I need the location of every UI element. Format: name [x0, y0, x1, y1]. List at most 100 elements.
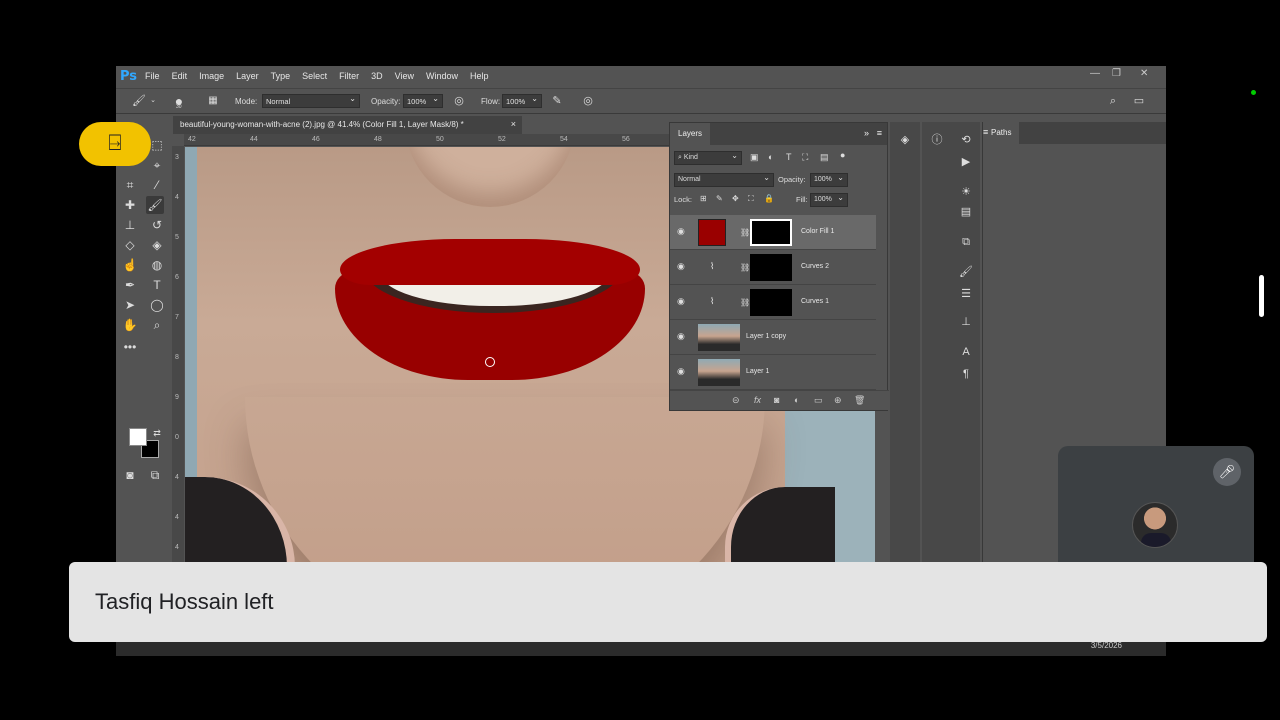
photo-thumbnail[interactable] — [698, 359, 740, 386]
link-layers-icon[interactable]: ⊝ — [732, 395, 740, 406]
clone-stamp-tool-icon[interactable]: ⊥ — [121, 216, 139, 234]
history-brush-tool-icon[interactable]: ↺ — [148, 216, 166, 234]
character-icon[interactable]: A — [958, 344, 974, 360]
lock-transparent-icon[interactable]: ⊞ — [700, 194, 707, 208]
layer-row[interactable]: ◉ Layer 1 copy — [670, 320, 876, 355]
tab-layers[interactable]: Layers — [670, 123, 711, 145]
actions-play-icon[interactable]: ▶ — [958, 154, 974, 170]
panel-menu-icon[interactable]: ≡ — [877, 128, 882, 138]
panel-menu-icon[interactable]: ≡ — [983, 127, 1160, 149]
filter-type-icon[interactable]: T — [786, 152, 792, 166]
filter-kind-dropdown[interactable]: ⌕ Kind — [674, 151, 742, 165]
adjustments-icon[interactable]: ☀ — [958, 184, 974, 200]
lock-all-icon[interactable]: 🔒 — [764, 194, 774, 208]
blend-mode-dropdown[interactable]: Normal — [674, 173, 774, 187]
close-icon[interactable]: × — [511, 119, 516, 129]
brush-panel-icon[interactable]: ▦ — [206, 94, 220, 108]
menu-layer[interactable]: Layer — [236, 71, 259, 81]
layer-mask-thumbnail[interactable] — [750, 289, 792, 316]
opacity-field[interactable]: 100% — [403, 94, 443, 108]
layer-opacity-field[interactable]: 100% — [810, 173, 848, 187]
visibility-eye-icon[interactable]: ◉ — [677, 331, 685, 342]
flow-field[interactable]: 100% — [502, 94, 542, 108]
restore-icon[interactable]: ❐ — [1112, 68, 1121, 79]
menu-view[interactable]: View — [395, 71, 414, 81]
close-window-icon[interactable]: ✕ — [1140, 68, 1148, 79]
add-mask-icon[interactable]: ◙ — [774, 395, 779, 405]
collapse-icon[interactable]: » — [864, 128, 869, 138]
new-layer-icon[interactable]: ⊕ — [834, 395, 842, 406]
new-group-icon[interactable]: ▭ — [814, 395, 823, 406]
filter-pixel-icon[interactable]: ▣ — [750, 152, 759, 166]
lock-position-icon[interactable]: ✥ — [732, 194, 739, 208]
chevron-down-icon[interactable]: ⌄ — [146, 94, 160, 108]
brushes-icon[interactable]: 🖌 — [958, 264, 974, 280]
document-tab[interactable]: beautiful-young-woman-with-acne (2).jpg … — [173, 116, 522, 134]
pressure-size-icon[interactable]: ◎ — [581, 94, 595, 108]
hand-tool-icon[interactable]: ✋ — [121, 316, 139, 334]
menu-window[interactable]: Window — [426, 71, 458, 81]
delete-layer-icon[interactable]: 🗑 — [854, 395, 865, 406]
menu-edit[interactable]: Edit — [172, 71, 188, 81]
filter-shape-icon[interactable]: ⛶ — [802, 152, 808, 166]
fill-color-thumbnail[interactable] — [698, 219, 726, 246]
layer-row[interactable]: ◉ ⛓ Color Fill 1 — [670, 215, 876, 250]
filter-adjustment-icon[interactable]: ◐ — [768, 152, 773, 166]
info-icon[interactable]: ⓘ — [929, 132, 945, 148]
more-tools-icon[interactable]: ••• — [121, 338, 139, 356]
layer-mask-thumbnail[interactable] — [750, 219, 792, 246]
mode-dropdown[interactable]: Normal — [262, 94, 360, 108]
type-tool-icon[interactable]: T — [148, 276, 166, 294]
crop-tool-icon[interactable]: ⌗ — [121, 176, 139, 194]
eyedropper-tool-icon[interactable]: ⁄ — [148, 176, 166, 194]
visibility-eye-icon[interactable]: ◉ — [677, 296, 685, 307]
lock-pixels-icon[interactable]: ✎ — [716, 194, 723, 208]
layer-row[interactable]: ◉ Layer 1 — [670, 355, 876, 390]
brush-tool-icon[interactable]: 🖌 — [146, 196, 164, 214]
swap-colors-icon[interactable]: ⇄ — [148, 424, 166, 442]
menu-help[interactable]: Help — [470, 71, 489, 81]
menu-select[interactable]: Select — [302, 71, 327, 81]
menu-type[interactable]: Type — [271, 71, 291, 81]
properties-icon[interactable]: ☰ — [958, 286, 974, 302]
lock-artboard-icon[interactable]: ⛶ — [748, 194, 754, 208]
filter-toggle-icon[interactable]: ● — [840, 150, 845, 164]
history-icon[interactable]: ⟲ — [958, 132, 974, 148]
pressure-opacity-icon[interactable]: ◎ — [452, 94, 466, 108]
participant-video-tile[interactable]: 🎤︎ — [1058, 446, 1254, 576]
quick-select-tool-icon[interactable]: ⌖ — [148, 156, 166, 174]
foreground-color-swatch[interactable] — [129, 428, 147, 446]
visibility-eye-icon[interactable]: ◉ — [677, 366, 685, 377]
smudge-tool-icon[interactable]: ☝ — [121, 256, 139, 274]
ellipse-tool-icon[interactable]: ◯ — [148, 296, 166, 314]
scroll-indicator[interactable] — [1259, 275, 1264, 317]
sponge-tool-icon[interactable]: ◍ — [148, 256, 166, 274]
layers-panel-icon[interactable]: ◈ — [897, 132, 913, 148]
layer-fill-field[interactable]: 100% — [810, 193, 848, 207]
paint-bucket-tool-icon[interactable]: ◈ — [148, 236, 166, 254]
exit-icon[interactable]: ⍈ — [79, 122, 151, 166]
paragraph-icon[interactable]: ¶ — [958, 366, 974, 382]
pen-tool-icon[interactable]: ✒ — [121, 276, 139, 294]
search-icon[interactable]: ⌕ — [1106, 94, 1120, 108]
visibility-eye-icon[interactable]: ◉ — [677, 261, 685, 272]
zoom-tool-icon[interactable]: ⌕ — [148, 316, 166, 334]
eraser-tool-icon[interactable]: ◇ — [121, 236, 139, 254]
filter-smart-object-icon[interactable]: ▤ — [820, 152, 829, 166]
layer-mask-thumbnail[interactable] — [750, 254, 792, 281]
libraries-icon[interactable]: ⧉ — [958, 234, 974, 250]
visibility-eye-icon[interactable]: ◉ — [677, 226, 685, 237]
fx-icon[interactable]: fx — [754, 395, 761, 405]
swatches-icon[interactable]: ▤ — [958, 204, 974, 220]
adjustment-layer-icon[interactable]: ◐ — [794, 395, 799, 405]
quick-mask-icon[interactable]: ◙ — [121, 466, 139, 484]
workspace-icon[interactable]: ▭ — [1132, 94, 1146, 108]
layer-row[interactable]: ◉ ⌇ ⛓ Curves 2 — [670, 250, 876, 285]
airbrush-icon[interactable]: ✎ — [550, 94, 564, 108]
healing-tool-icon[interactable]: ✚ — [121, 196, 139, 214]
layer-row[interactable]: ◉ ⌇ ⛓ Curves 1 — [670, 285, 876, 320]
menu-image[interactable]: Image — [199, 71, 224, 81]
clone-source-icon[interactable]: ⊥ — [958, 314, 974, 330]
brush-tool-icon[interactable]: 🖌 — [132, 94, 146, 108]
path-select-tool-icon[interactable]: ➤ — [121, 296, 139, 314]
